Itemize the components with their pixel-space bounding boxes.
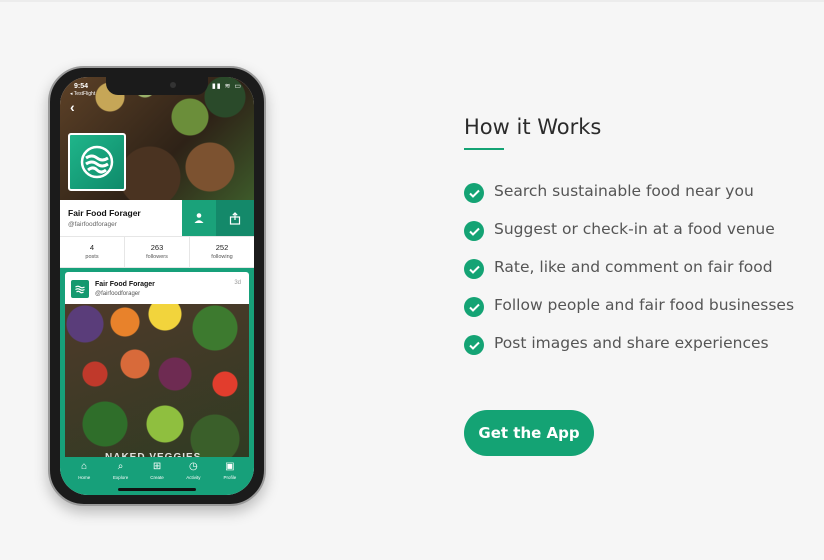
status-carrier: ◂ TestFlight bbox=[70, 91, 96, 97]
stat-followers[interactable]: 263 followers bbox=[125, 237, 190, 267]
waves-logo-icon bbox=[80, 145, 114, 179]
feature-text: Suggest or check-in at a food venue bbox=[494, 220, 775, 238]
stat-value: 252 bbox=[215, 243, 229, 252]
profile-handle: @fairfoodforager bbox=[68, 221, 117, 228]
profile-name: Fair Food Forager bbox=[68, 208, 141, 218]
feature-item: Post images and share experiences bbox=[464, 334, 794, 372]
stat-label: following bbox=[211, 254, 233, 260]
search-icon: ⌕ bbox=[117, 461, 124, 472]
post-feed: Fair Food Forager @fairfoodforager 3d NA… bbox=[60, 268, 254, 472]
feature-item: Search sustainable food near you bbox=[464, 182, 794, 220]
how-it-works-header: How it Works bbox=[464, 115, 601, 150]
status-time: 9:54 bbox=[74, 83, 89, 90]
stat-label: followers bbox=[146, 254, 168, 260]
tab-label: Create bbox=[150, 475, 164, 480]
post-handle: @fairfoodforager bbox=[95, 291, 141, 297]
post-author: Fair Food Forager bbox=[95, 281, 155, 288]
title-underline bbox=[464, 148, 504, 150]
tab-home[interactable]: ⌂ Home bbox=[66, 457, 102, 495]
check-icon bbox=[464, 183, 484, 203]
post-age: 3d bbox=[234, 280, 241, 286]
follow-button[interactable] bbox=[182, 200, 216, 236]
feature-text: Rate, like and comment on fair food bbox=[494, 258, 773, 276]
tab-profile[interactable]: ▣ Profile bbox=[212, 457, 248, 495]
share-button[interactable] bbox=[216, 200, 254, 236]
feature-text: Post images and share experiences bbox=[494, 334, 769, 352]
stat-value: 263 bbox=[150, 243, 164, 252]
feature-list: Search sustainable food near you Suggest… bbox=[464, 182, 794, 372]
stat-value: 4 bbox=[89, 243, 95, 252]
feature-item: Rate, like and comment on fair food bbox=[464, 258, 794, 296]
home-icon: ⌂ bbox=[81, 461, 88, 472]
phone-screen: 9:54 ◂ TestFlight ▮▮ ≋ ▭ ‹ Fair Food For… bbox=[60, 77, 254, 495]
feature-text: Search sustainable food near you bbox=[494, 182, 754, 200]
tab-label: Home bbox=[78, 475, 91, 480]
profile-stats: 4 posts 263 followers 252 following bbox=[60, 236, 254, 268]
back-chevron-icon[interactable]: ‹ bbox=[70, 99, 75, 115]
feature-text: Follow people and fair food businesses bbox=[494, 296, 795, 314]
stat-posts[interactable]: 4 posts bbox=[60, 237, 125, 267]
status-bar: 9:54 ◂ TestFlight ▮▮ ≋ ▭ bbox=[60, 77, 254, 97]
check-icon bbox=[464, 259, 484, 279]
feature-item: Follow people and fair food businesses bbox=[464, 296, 794, 334]
post-image[interactable]: NAKED VEGGIES bbox=[65, 304, 249, 472]
avatar-icon: ▣ bbox=[225, 461, 235, 472]
section-title: How it Works bbox=[464, 115, 602, 139]
clock-icon: ◷ bbox=[189, 461, 198, 472]
stat-following[interactable]: 252 following bbox=[190, 237, 254, 267]
check-icon bbox=[464, 221, 484, 241]
home-indicator bbox=[118, 488, 196, 491]
user-icon bbox=[194, 213, 204, 223]
post-card[interactable]: Fair Food Forager @fairfoodforager 3d NA… bbox=[65, 272, 249, 472]
feature-item: Suggest or check-in at a food venue bbox=[464, 220, 794, 258]
share-icon bbox=[229, 211, 241, 225]
post-avatar bbox=[71, 280, 89, 298]
check-icon bbox=[464, 335, 484, 355]
get-the-app-button[interactable]: Get the App bbox=[464, 410, 594, 456]
top-divider bbox=[0, 0, 824, 2]
plus-square-icon: ⊞ bbox=[152, 461, 162, 472]
check-icon bbox=[464, 297, 484, 317]
tab-label: Activity bbox=[186, 475, 201, 480]
tab-label: Explore bbox=[112, 475, 129, 480]
tab-label: Profile bbox=[223, 475, 237, 480]
stat-label: posts bbox=[85, 254, 99, 260]
waves-logo-icon bbox=[75, 285, 85, 294]
phone-mockup: 9:54 ◂ TestFlight ▮▮ ≋ ▭ ‹ Fair Food For… bbox=[48, 66, 266, 506]
profile-card: Fair Food Forager @fairfoodforager bbox=[60, 200, 254, 236]
status-icons: ▮▮ ≋ ▭ bbox=[211, 83, 242, 90]
brand-logo bbox=[68, 133, 126, 191]
